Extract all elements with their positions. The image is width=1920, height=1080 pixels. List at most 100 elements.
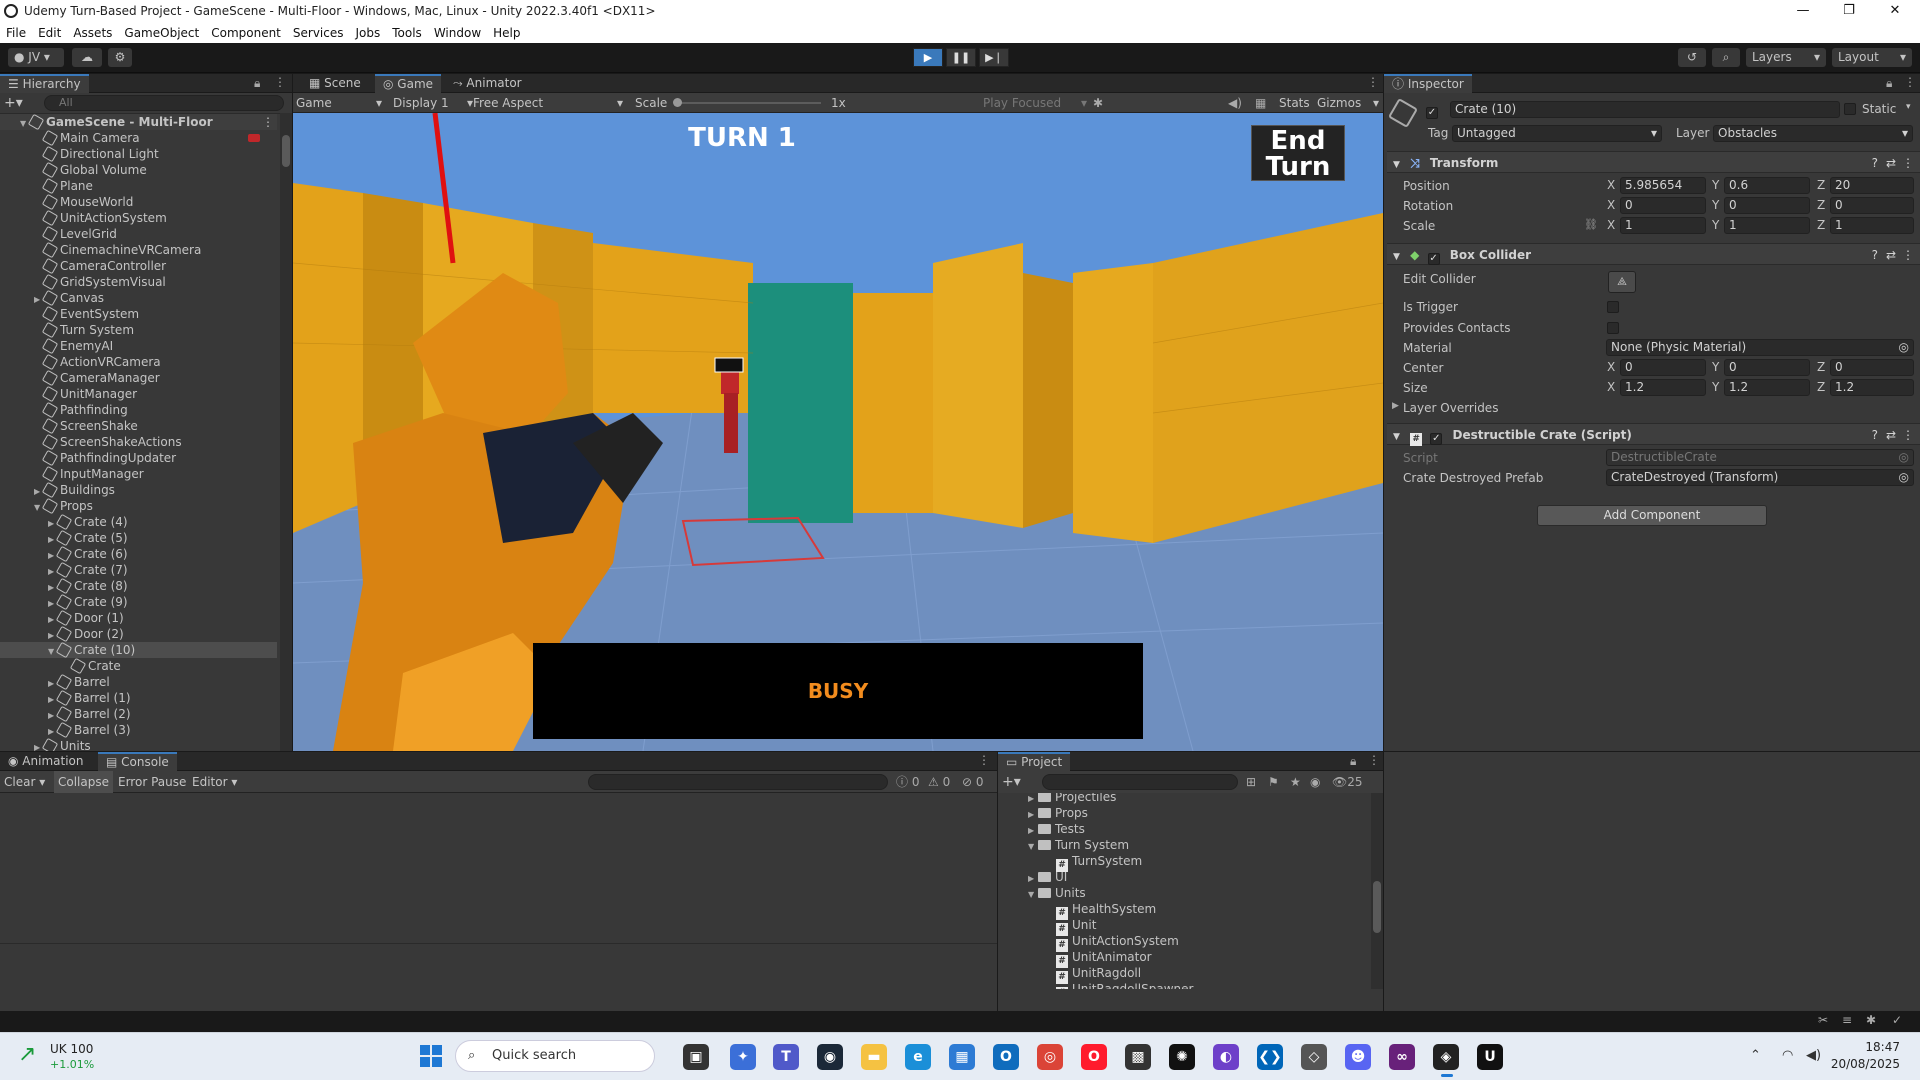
preset-icon[interactable]: ⇄ bbox=[1886, 424, 1896, 446]
hierarchy-item[interactable]: ScreenShakeActions bbox=[0, 433, 277, 451]
play-button[interactable]: ▶ bbox=[913, 48, 943, 67]
gizmos-dropdown[interactable]: Gizmos ▾ bbox=[1317, 93, 1379, 113]
github-desktop-icon[interactable]: ◐ bbox=[1213, 1044, 1239, 1070]
opera-icon[interactable]: O bbox=[1081, 1044, 1107, 1070]
aspect-dropdown[interactable]: Free Aspect ▾ bbox=[473, 93, 623, 113]
game-viewport[interactable]: TURN 1 End Turn BUSY bbox=[293, 113, 1383, 751]
position-y-field[interactable]: 0.6 bbox=[1724, 177, 1810, 194]
menu-edit[interactable]: Edit bbox=[32, 26, 67, 40]
kebab-menu-icon[interactable]: ⋮ bbox=[1902, 244, 1914, 266]
error-count-toggle[interactable]: ⊘ 0 bbox=[962, 771, 984, 793]
search-icon[interactable]: ⌕ bbox=[1712, 48, 1740, 67]
tab-animator[interactable]: ⤳ Animator bbox=[445, 74, 530, 93]
grid-icon[interactable]: ▦ bbox=[1255, 93, 1266, 113]
help-icon[interactable]: ? bbox=[1872, 424, 1878, 446]
hierarchy-item[interactable]: ▶ Crate (4) bbox=[0, 513, 277, 531]
collapse-arrow-icon[interactable]: ▼ bbox=[1393, 432, 1400, 442]
project-folder[interactable]: ▶ UI bbox=[1028, 869, 1067, 885]
hierarchy-item[interactable]: ScreenShake bbox=[0, 417, 277, 435]
hierarchy-item[interactable]: MouseWorld bbox=[0, 193, 277, 211]
project-script[interactable]: # HealthSystem bbox=[1056, 901, 1156, 920]
hierarchy-item[interactable]: Pathfinding bbox=[0, 401, 277, 419]
hidden-packages-icon[interactable]: ◉ bbox=[1310, 771, 1320, 793]
menu-window[interactable]: Window bbox=[428, 26, 487, 40]
log-count-toggle[interactable]: ⓘ 0 bbox=[896, 771, 919, 793]
position-z-field[interactable]: 20 bbox=[1830, 177, 1914, 194]
project-folder[interactable]: ▼ Turn System bbox=[1028, 837, 1129, 853]
tab-console[interactable]: ▤ Console bbox=[98, 752, 177, 771]
size-z-field[interactable]: 1.2 bbox=[1830, 379, 1914, 396]
link-icon[interactable]: ⛓ bbox=[1584, 218, 1598, 231]
warning-count-toggle[interactable]: ⚠ 0 bbox=[928, 771, 950, 793]
hierarchy-item[interactable]: InputManager bbox=[0, 465, 277, 483]
layers-dropdown[interactable]: Layers ▾ bbox=[1746, 48, 1826, 67]
chatgpt-icon[interactable]: ✺ bbox=[1169, 1044, 1195, 1070]
clock-time[interactable]: 18:47 bbox=[1836, 1040, 1900, 1054]
hierarchy-item[interactable]: UnitActionSystem bbox=[0, 209, 277, 227]
audio-icon[interactable]: ◀) bbox=[1228, 93, 1242, 113]
store-icon[interactable]: ▦ bbox=[949, 1044, 975, 1070]
teams-icon[interactable]: T bbox=[773, 1044, 799, 1070]
hierarchy-item[interactable]: Global Volume bbox=[0, 161, 277, 179]
hierarchy-item[interactable]: Plane bbox=[0, 177, 277, 195]
hierarchy-item[interactable]: CameraManager bbox=[0, 369, 277, 387]
wifi-icon[interactable]: ◠ bbox=[1782, 1048, 1793, 1063]
lock-icon[interactable]: 🔒︎ bbox=[254, 76, 260, 91]
hierarchy-item[interactable]: ▶ Units bbox=[0, 737, 277, 751]
search-by-label-icon[interactable]: ⚑ bbox=[1268, 771, 1279, 793]
kebab-menu-icon[interactable]: ⋮ bbox=[1904, 75, 1916, 89]
steam-icon[interactable]: ◉ bbox=[817, 1044, 843, 1070]
tab-inspector[interactable]: ⓘ Inspector bbox=[1384, 74, 1472, 93]
chrome-icon[interactable]: ◎ bbox=[1037, 1044, 1063, 1070]
kebab-menu-icon[interactable]: ⋮ bbox=[274, 75, 286, 89]
kebab-menu-icon[interactable]: ⋮ bbox=[262, 114, 274, 130]
scale-x-field[interactable]: 1 bbox=[1620, 217, 1706, 234]
stats-button[interactable]: Stats bbox=[1279, 93, 1310, 113]
hierarchy-item[interactable]: ▶ Crate (9) bbox=[0, 593, 277, 611]
account-button[interactable]: ● JV ▾ bbox=[8, 48, 64, 67]
project-script[interactable]: # UnitRagdoll bbox=[1056, 965, 1141, 984]
static-checkbox[interactable] bbox=[1844, 102, 1856, 116]
search-by-type-icon[interactable]: ⊞ bbox=[1246, 771, 1256, 793]
console-log-area[interactable] bbox=[0, 793, 997, 1011]
kebab-menu-icon[interactable]: ⋮ bbox=[1902, 152, 1914, 174]
minimize-button[interactable]: — bbox=[1780, 0, 1826, 22]
object-name-field[interactable]: Crate (10) bbox=[1450, 101, 1840, 118]
tray-overflow-icon[interactable]: ⌃ bbox=[1750, 1048, 1761, 1063]
favorite-icon[interactable]: ★ bbox=[1290, 771, 1301, 793]
hierarchy-item[interactable]: ActionVRCamera bbox=[0, 353, 277, 371]
collapse-arrow-icon[interactable]: ▶ bbox=[1392, 401, 1399, 411]
edit-collider-button[interactable]: ⟁ bbox=[1608, 271, 1636, 293]
size-x-field[interactable]: 1.2 bbox=[1620, 379, 1706, 396]
tab-project[interactable]: ▭ Project bbox=[998, 752, 1071, 771]
enabled-checkbox[interactable]: ✓ bbox=[1427, 253, 1440, 265]
cache-icon[interactable]: ≡ bbox=[1842, 1013, 1852, 1027]
hierarchy-item[interactable]: ▼ Crate (10) bbox=[0, 641, 277, 659]
kebab-menu-icon[interactable]: ⋮ bbox=[1367, 75, 1379, 89]
game-dropdown[interactable]: Game ▾ bbox=[296, 93, 382, 113]
object-picker-icon[interactable]: ◎ bbox=[1899, 470, 1909, 485]
hierarchy-item[interactable]: CinemachineVRCamera bbox=[0, 241, 277, 259]
visual-studio-icon[interactable]: ∞ bbox=[1389, 1044, 1415, 1070]
outlook-icon[interactable]: O bbox=[993, 1044, 1019, 1070]
chevron-down-icon[interactable]: ▾ bbox=[1906, 102, 1911, 112]
menu-jobs[interactable]: Jobs bbox=[350, 26, 387, 40]
project-folder[interactable]: ▼ Units bbox=[1028, 885, 1086, 901]
step-button[interactable]: ▶❘ bbox=[979, 48, 1009, 67]
hierarchy-item[interactable]: ▶ Crate (8) bbox=[0, 577, 277, 595]
collapse-toggle[interactable]: Collapse bbox=[54, 771, 113, 793]
hierarchy-item[interactable]: ▶ Door (1) bbox=[0, 609, 277, 627]
box-collider-header[interactable]: ▼ ◆ ✓ Box Collider ? ⇄ ⋮ bbox=[1387, 243, 1920, 265]
rotation-z-field[interactable]: 0 bbox=[1830, 197, 1914, 214]
menu-tools[interactable]: Tools bbox=[386, 26, 428, 40]
script-component-header[interactable]: ▼ # ✓ Destructible Crate (Script) ? ⇄ ⋮ bbox=[1387, 423, 1920, 446]
hierarchy-item[interactable]: EventSystem bbox=[0, 305, 277, 323]
vscode-icon[interactable]: ❮❯ bbox=[1257, 1044, 1283, 1070]
help-icon[interactable]: ? bbox=[1872, 244, 1878, 266]
unity-icon[interactable]: ◈ bbox=[1433, 1044, 1459, 1070]
menu-assets[interactable]: Assets bbox=[67, 26, 118, 40]
hierarchy-item[interactable]: ▶ Barrel bbox=[0, 673, 277, 691]
tab-scene[interactable]: ▦ Scene bbox=[301, 74, 369, 93]
hierarchy-item[interactable]: ▶ Barrel (2) bbox=[0, 705, 277, 723]
close-button[interactable]: ✕ bbox=[1872, 0, 1918, 22]
